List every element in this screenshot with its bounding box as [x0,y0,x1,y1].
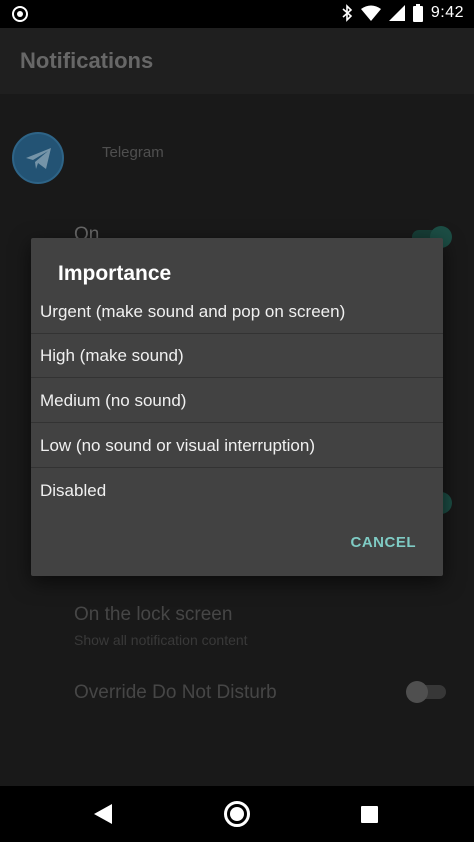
option-urgent[interactable]: Urgent (make sound and pop on screen) [31,290,443,334]
option-label: Medium (no sound) [40,391,187,410]
battery-icon [412,4,423,22]
option-low[interactable]: Low (no sound or visual interruption) [31,424,443,468]
screen: 9:42 Notifications Telegram On On the lo… [0,0,474,842]
clock: 9:42 [430,4,464,21]
status-icons: 9:42 [341,4,464,22]
option-disabled[interactable]: Disabled [31,469,443,513]
record-icon [12,6,28,22]
option-label: Urgent (make sound and pop on screen) [40,302,346,321]
wifi-icon [360,5,381,21]
cancel-button[interactable]: CANCEL [351,534,417,551]
option-medium[interactable]: Medium (no sound) [31,379,443,423]
option-label: Disabled [40,481,107,500]
home-icon[interactable] [224,801,250,827]
recents-icon[interactable] [361,806,378,823]
option-label: High (make sound) [40,346,184,365]
signal-icon [388,5,405,21]
status-bar: 9:42 [0,0,474,28]
option-label: Low (no sound or visual interruption) [40,436,315,455]
option-high[interactable]: High (make sound) [31,334,443,378]
dialog-title: Importance [58,262,172,285]
back-icon[interactable] [94,804,112,829]
bluetooth-icon [341,4,353,22]
navigation-bar [0,786,474,842]
importance-dialog: Importance Urgent (make sound and pop on… [31,238,443,576]
